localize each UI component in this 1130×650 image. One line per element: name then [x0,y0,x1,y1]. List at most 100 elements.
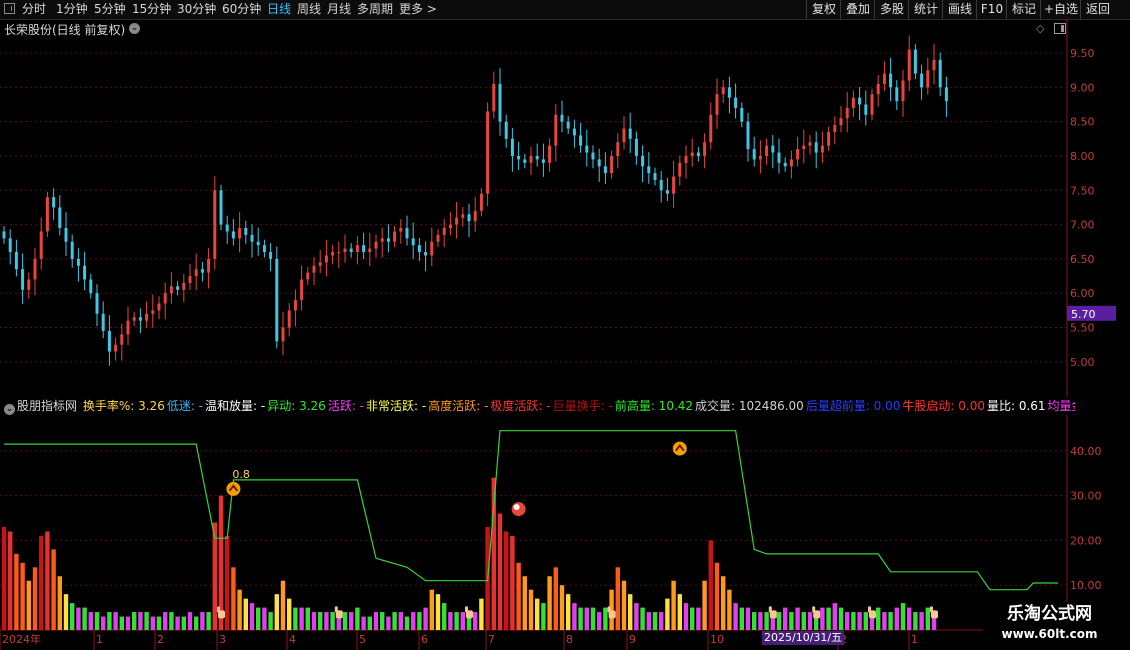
candle-body [752,149,756,160]
candle [486,102,490,207]
candle-body [318,262,322,266]
candle-body [138,317,142,321]
period-tab[interactable]: 5分钟 [94,0,126,19]
volume-bar [231,567,236,630]
chevron-down-icon[interactable]: ⌄ [4,404,15,415]
period-tab[interactable]: 1分钟 [56,0,88,19]
price-tick-label: 7.00 [1070,219,1095,232]
indicator-value: 极度活跃: - [490,399,551,413]
volume-bar [907,607,912,630]
candle [895,80,899,110]
toolbar-button[interactable]: 画线 [942,0,977,19]
candle-body [355,245,359,253]
candle [554,104,558,162]
period-tab[interactable]: 月线 [327,0,351,19]
candle [944,76,948,117]
candle [380,227,384,258]
volume-bar [380,612,385,630]
candle-body [343,248,347,253]
period-tab[interactable]: 60分钟 [222,0,261,19]
hand-pointer-icon [868,606,876,619]
indicator-value: 量比: 0.61 [986,399,1046,413]
candle-body [176,286,180,290]
candle [690,138,694,167]
period-tab[interactable]: 15分钟 [132,0,171,19]
candle [76,248,80,282]
candle [306,267,310,285]
volume-chart: 10.00 20.00 30.00 40.00 0.8 2024年 1 2 3 4 5 6 7 8 9 10 2… [0,415,1116,650]
candle-body [362,245,366,253]
candle-body [70,241,74,259]
period-tab[interactable]: 更多 > [399,0,437,19]
candle [107,315,111,366]
candle-body [554,114,558,146]
candle [845,92,849,133]
candle [219,184,223,231]
candle [641,145,645,183]
hand-pointer-finger [217,606,220,613]
volume-bar [429,589,434,630]
candle-body [194,269,198,277]
volume-bar [262,607,267,630]
price-tick-label: 7.50 [1070,184,1095,197]
candle [541,143,545,177]
indicator-tick-label: 30.00 [1070,490,1102,503]
candle-body [219,190,223,225]
candle [182,274,186,303]
volume-bar [349,612,354,630]
candlestick-chart: 5.00 5.50 6.00 6.50 7.00 7.50 8.00 8.50 9.00 9.50… [0,19,1116,397]
volume-bar [256,607,261,630]
period-tab[interactable]: 30分钟 [177,0,216,19]
candle-body [275,258,279,342]
volume-bar [838,607,844,630]
menu-icon[interactable] [4,3,15,14]
period-tab[interactable]: 周线 [297,0,321,19]
period-tab[interactable]: 分时 [22,0,46,19]
toolbar-button[interactable]: 多股 [874,0,909,19]
volume-bar [789,612,794,630]
volume-bar [894,607,899,630]
toolbar-button[interactable]: F10 [976,0,1007,19]
candle-body [628,128,632,139]
candle [870,88,874,121]
period-tab[interactable]: 多周期 [357,0,393,19]
candle [405,215,409,246]
candle-body [14,252,18,270]
toolbar-button[interactable]: 标记 [1006,0,1041,19]
toolbar-button[interactable]: +自选 [1040,0,1081,19]
candle [461,207,465,227]
volume-bar [442,603,447,630]
volume-bar [237,589,242,630]
volume-bar [677,594,682,630]
toolbar-button[interactable]: 叠加 [840,0,875,19]
candle [746,112,750,162]
candle [796,136,800,167]
indicator-value: 高度活跃: - [428,399,489,413]
candle-body [312,265,316,273]
toolbar-button[interactable]: 返回 [1080,0,1115,19]
volume-bar [324,612,329,630]
volume-bar [280,580,286,630]
candle [132,311,136,327]
indicator-name[interactable]: 股朋指标网 [17,399,77,413]
watermark-url: www.60lt.com [1001,627,1098,641]
candle [430,227,434,267]
candle-body [504,121,508,139]
candle-body [541,159,545,163]
candle [938,52,942,97]
period-tab[interactable]: 日线 [267,0,291,19]
candle [734,83,738,119]
candle [758,140,762,174]
candle-body [926,70,930,88]
volume-bar [70,603,75,630]
candle-body [690,152,694,156]
candle-body [610,155,614,174]
toolbar-button[interactable]: 统计 [908,0,943,19]
volume-bar [299,607,304,630]
candle [901,69,905,117]
toolbar-button[interactable]: 复权 [806,0,841,19]
volume-bar [758,612,763,630]
candle-body [386,238,390,242]
candle-body [163,293,167,304]
volume-bar [690,607,695,630]
